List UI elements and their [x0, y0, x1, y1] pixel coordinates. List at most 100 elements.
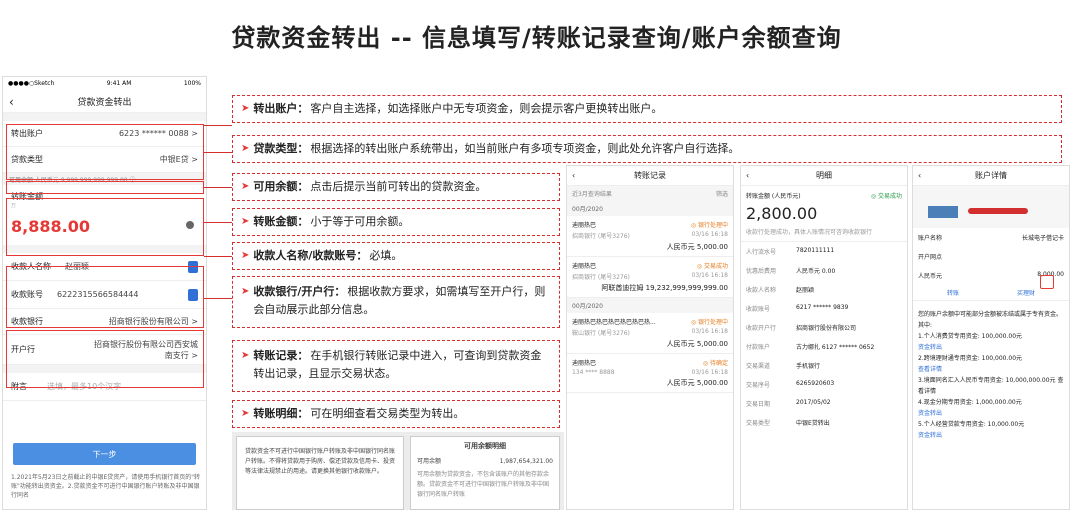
account-row-value: 长城电子借记卡 — [1021, 235, 1064, 242]
account-title: 账户详情 — [975, 171, 1007, 180]
info-link[interactable]: 资金转出 — [918, 408, 1064, 419]
callout-records: ➤ 转账记录： 在手机银行转账记录中进入，可查询到贷款资金转出记录，且显示交易状态。 — [232, 340, 560, 392]
callout-amount: ➤ 转账金额： 小于等于可用余额。 — [232, 208, 560, 236]
account-panel: ‹ 账户详情 账户名称 长城电子借记卡 开户网点 人民币元 8,000.00 转账 买理财 … — [912, 165, 1070, 510]
detail-row: 交易日期 2017/05/02 — [741, 394, 907, 413]
nav-title: 贷款资金转出 — [77, 98, 132, 108]
detail-row: 交易渠道 手机银行 — [741, 356, 907, 375]
record-bank: 鞍山银行 (尾号3276) — [572, 330, 630, 337]
detail-row-label: 交易类型 — [746, 420, 771, 427]
callout-bank: ➤ 收款银行/开户行： 根据收款方要求，如需填写至开户行，则会自动展示此部分信息。 — [232, 276, 560, 328]
buy-wealth-button[interactable]: 买理财 — [1017, 288, 1035, 297]
back-icon[interactable]: ‹ — [918, 171, 921, 180]
info-link[interactable]: 资金转出 — [918, 430, 1064, 441]
popup2-label: 可用余额 — [417, 458, 442, 465]
detail-row-value: 古力娜扎 6127 ****** 0652 — [796, 344, 875, 351]
account-row-label: 人民币元 — [918, 273, 943, 280]
record-name: 迪丽热巴 — [572, 222, 597, 229]
record-item[interactable]: 迪丽热巴 ◎ 交易成功 招商银行 (尾号3276) 03/16 16:18 阿联酋迪拉姆… — [567, 257, 733, 298]
record-bank: 招商银行 (尾号3276) — [572, 233, 630, 240]
record-status: ◎ 交易成功 — [696, 263, 728, 270]
callout-detail: ➤ 转账明细： 可在明细查看交易类型为转出。 — [232, 400, 560, 428]
info-line: 4.现金分期专用资金: 1,000,000.00元 — [918, 399, 1022, 406]
info-link[interactable]: 查看详情 — [918, 364, 1064, 375]
back-icon[interactable]: ‹ — [9, 95, 14, 109]
callout-loan-type: ➤ 贷款类型： 根据选择的转出账户系统带出，如当前账户有多项专项资金，则此处允许客户… — [232, 135, 1062, 163]
record-status: ◎ 银行处理中 — [690, 222, 728, 229]
detail-row: 付款账户 古力娜扎 6127 ****** 0652 — [741, 337, 907, 356]
record-date: 03/16 16:18 — [691, 231, 729, 238]
account-nav: ‹ 账户详情 — [913, 166, 1069, 186]
record-item[interactable]: 迪丽热巴热巴热巴热巴热巴热... ◎ 银行处理中 鞍山银行 (尾号3276) 03/1… — [567, 313, 733, 354]
callout-out-account: ➤ 转出账户： 客户自主选择，如选择账户中无专项资金，则会提示客户更换转出账户。 — [232, 95, 1062, 123]
popup2-value: 1,987,654,321.00 — [499, 458, 553, 465]
connector — [204, 125, 232, 126]
transfer-button[interactable]: 转账 — [947, 288, 959, 297]
detail-row-value: 6265920603 — [796, 380, 835, 387]
record-date: 03/16 16:18 — [691, 369, 729, 376]
detail-amount-label: 转账金额 (人民币元) — [746, 193, 801, 200]
records-range: 近3月查询结果 — [572, 191, 612, 198]
detail-row-label: 收款开户行 — [746, 325, 777, 332]
info-line: 2.跨境理财通专用资金: 100,000.00元 — [918, 355, 1023, 362]
popup2-title: 可用余额明细 — [464, 442, 506, 450]
detail-row: 收款账号 6217 ****** 9839 — [741, 299, 907, 318]
info-line: 3.境面同名汇入人民币专用资金: 10,000,000.00元 查看详情 — [918, 377, 1064, 395]
detail-row-value: 6217 ****** 9839 — [796, 304, 849, 311]
page-title: 贷款资金转出 -- 信息填写/转账记录查询/账户余额查询 — [231, 24, 842, 52]
account-row: 开户网点 — [913, 247, 1069, 266]
battery-label: 100% — [183, 80, 201, 87]
record-item[interactable]: 迪丽热巴 ◎ 待确定 134 **** 8888 03/16 16:18 人民币元 5,… — [567, 354, 733, 393]
detail-row-value: 7820111111 — [796, 247, 835, 254]
detail-desc: 收款行处理成功，具体入账情况可咨询收款银行 — [746, 229, 873, 236]
highlight-balance — [6, 181, 204, 194]
info-line: 1.个人消费贷专用资金: 100,000.00元 — [918, 333, 1023, 340]
detail-row-label: 优惠后费用 — [746, 268, 777, 275]
detail-row: 优惠后费用 人民币元 0.00 — [741, 261, 907, 280]
detail-row-value: 手机银行 — [796, 363, 821, 370]
detail-row-value: 中银E贷转出 — [796, 420, 830, 427]
info-line: 您的账户余额中可能部分金额被冻结或属于专有资金。其中: — [918, 311, 1063, 329]
highlight-payee — [6, 266, 204, 328]
record-amount: 阿联酋迪拉姆 19,232,999,999,999.00 — [601, 284, 728, 292]
connector — [204, 187, 232, 188]
balance-detail-popup: 可用余额明细 可用余额 1,987,654,321.00 可用余额为贷款资金，不包… — [410, 436, 560, 510]
detail-row-label: 人行流水号 — [746, 249, 777, 256]
status-bar: ●●●●○Sketch 9:41 AM 100% — [3, 77, 206, 91]
notes-text: 1.2021年5月23日之前截止的中银E贷资产，请使用手机银行首页的"转账"功能… — [11, 474, 200, 499]
record-amount: 人民币元 5,000.00 — [666, 243, 728, 251]
highlight-info-icon — [1040, 275, 1054, 289]
back-icon[interactable]: ‹ — [746, 171, 749, 180]
records-month: 00月/2020 — [567, 201, 733, 216]
connector — [204, 222, 232, 223]
record-name: 迪丽热巴 — [572, 263, 597, 270]
connector — [204, 256, 232, 257]
back-icon[interactable]: ‹ — [572, 171, 575, 180]
account-row-label: 开户网点 — [918, 254, 943, 261]
record-item[interactable]: 迪丽热巴 ◎ 银行处理中招商银行 (尾号3276) 03/16 16:18 人民币元 … — [567, 216, 733, 257]
highlight-bank — [6, 330, 204, 388]
filter-button[interactable]: 筛选 — [716, 189, 728, 198]
account-row-label: 账户名称 — [918, 235, 943, 242]
detail-status: ◎ 交易成功 — [870, 193, 902, 200]
info-line: 5.个人经营贷款专用资金: 10,000.00元 — [918, 421, 1025, 428]
carrier-label: ●●●●○Sketch — [8, 80, 55, 87]
info-link[interactable]: 资金转出 — [918, 342, 1064, 353]
connector — [204, 298, 232, 299]
detail-row: 收款人名称 赵丽颖 — [741, 280, 907, 299]
detail-row: 交易类型 中银E贷转出 — [741, 413, 907, 432]
highlight-account — [6, 124, 204, 180]
detail-row-value: 人民币元 0.00 — [796, 268, 836, 275]
detail-row-value: 2017/05/02 — [796, 399, 831, 406]
detail-row-label: 收款人名称 — [746, 287, 777, 294]
detail-row-label: 收款账号 — [746, 306, 771, 313]
record-date: 03/16 16:18 — [691, 328, 729, 335]
record-status: ◎ 待确定 — [702, 360, 728, 367]
detail-row-value: 赵丽颖 — [796, 287, 815, 294]
detail-amount: 2,800.00 — [746, 204, 818, 223]
popup2-text: 可用余额为贷款资金，不包含该账户的其他存款余额。贷款资金不可进行中国银行账户转账… — [417, 471, 550, 498]
next-button[interactable]: 下一步 — [13, 443, 196, 465]
record-bank: 招商银行 (尾号3276) — [572, 274, 630, 281]
detail-row-label: 交易渠道 — [746, 363, 771, 370]
records-nav: ‹ 转账记录 — [567, 166, 733, 186]
